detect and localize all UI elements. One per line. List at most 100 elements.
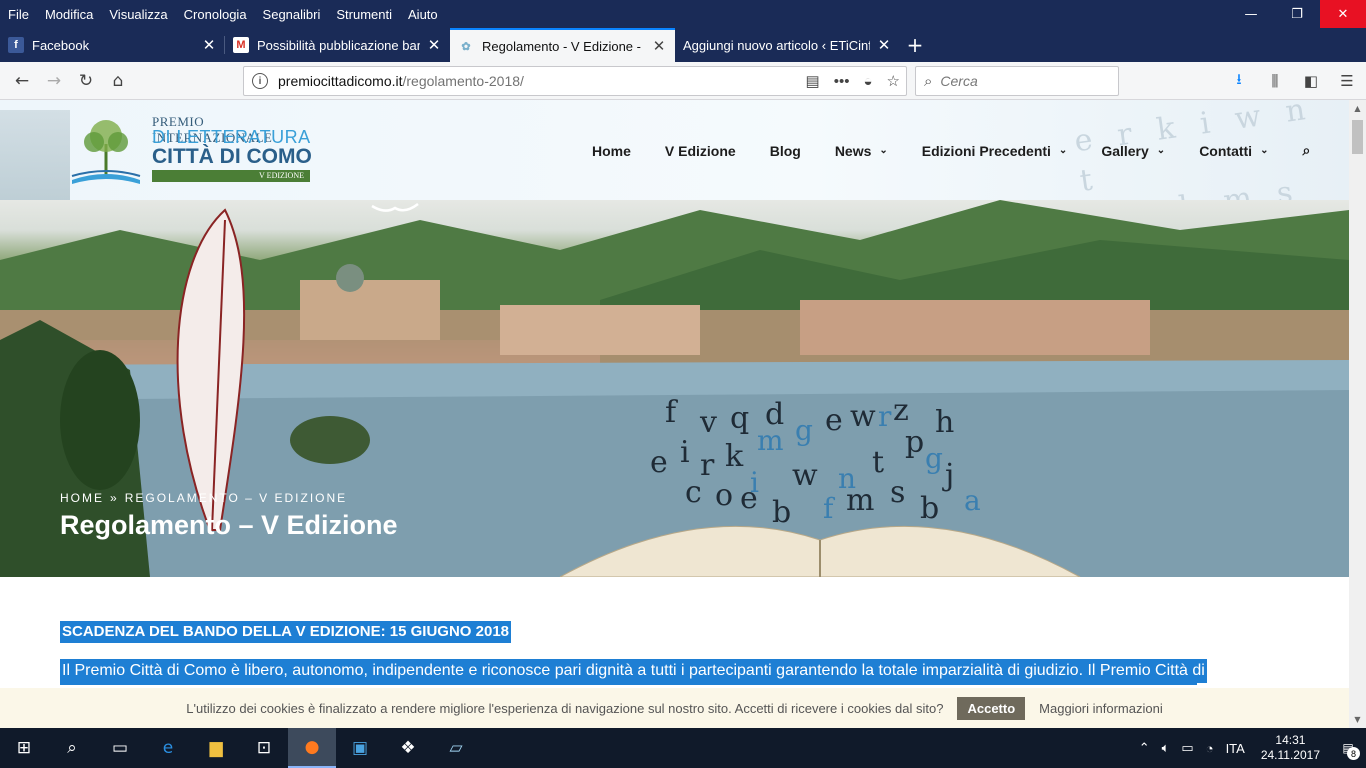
menu-visualizza[interactable]: Visualizza: [101, 7, 175, 22]
nav-contatti[interactable]: Contatti ⌄: [1199, 142, 1268, 159]
scroll-down-icon[interactable]: ▼: [1349, 711, 1366, 728]
menu-segnalibri[interactable]: Segnalibri: [255, 7, 329, 22]
restore-button[interactable]: ❐: [1274, 0, 1320, 28]
notifications-icon[interactable]: ▤8: [1330, 728, 1366, 768]
nav-v-edizione[interactable]: V Edizione: [665, 142, 736, 159]
page-actions-icon[interactable]: •••: [834, 73, 850, 90]
logo-city-image: [0, 110, 70, 200]
intro-paragraph: Il Premio Città di Como è libero, autono…: [60, 659, 1207, 683]
breadcrumb-current: REGOLAMENTO – V EDIZIONE: [124, 491, 348, 505]
svg-text:v: v: [699, 405, 717, 440]
scrollbar-thumb[interactable]: [1352, 120, 1363, 154]
nav-home[interactable]: Home: [592, 142, 631, 159]
close-tab-icon[interactable]: ✕: [651, 37, 667, 55]
tab-gmail[interactable]: M Possibilità pubblicazione bando ✕: [225, 28, 450, 62]
app-icon[interactable]: ▣: [336, 728, 384, 768]
menu-strumenti[interactable]: Strumenti: [328, 7, 400, 22]
facebook-icon: f: [8, 37, 24, 53]
gmail-icon: M: [233, 37, 249, 53]
url-path: /regolamento-2018/: [402, 73, 524, 89]
url-bar[interactable]: i premiocittadicomo.it/regolamento-2018/…: [243, 66, 907, 96]
store-icon[interactable]: ⊡: [240, 728, 288, 768]
language-indicator[interactable]: ITA: [1220, 741, 1251, 756]
search-icon: ⌕: [924, 72, 933, 90]
library-icon[interactable]: ⫼: [1260, 66, 1290, 96]
breadcrumb-home[interactable]: HOME: [60, 491, 104, 505]
firefox-icon[interactable]: ●: [288, 728, 336, 768]
logo-edition-band: V EDIZIONE: [152, 170, 310, 182]
forward-icon[interactable]: →: [38, 66, 70, 96]
close-tab-icon[interactable]: ✕: [426, 36, 442, 54]
minimize-button[interactable]: —: [1228, 0, 1274, 28]
nav-blog[interactable]: Blog: [770, 142, 801, 159]
battery-icon[interactable]: ▭: [1175, 740, 1199, 756]
system-tray: ⌃ 🔈︎ ▭ ◔ ITA 14:31 24.11.2017 ▤8: [1133, 728, 1366, 768]
chevron-up-icon[interactable]: ⌃: [1133, 740, 1156, 756]
search-icon[interactable]: ⌕: [48, 728, 96, 768]
svg-text:a: a: [964, 484, 981, 517]
chevron-down-icon: ⌄: [879, 145, 888, 156]
svg-text:e: e: [650, 445, 668, 480]
menu-file[interactable]: File: [0, 7, 37, 22]
svg-text:z: z: [893, 393, 909, 428]
nav-label: Blog: [769, 142, 801, 159]
edge-icon[interactable]: e: [144, 728, 192, 768]
close-tab-icon[interactable]: ✕: [201, 36, 217, 54]
home-icon[interactable]: ⌂: [102, 66, 134, 96]
svg-text:e: e: [825, 403, 843, 438]
page-scrollbar[interactable]: ▲ ▼: [1349, 100, 1366, 728]
site-logo[interactable]: PREMIO INTERNAZIONALE DI LETTERATURA CIT…: [0, 110, 316, 200]
menu-aiuto[interactable]: Aiuto: [400, 7, 446, 22]
nav-label: News: [834, 142, 872, 159]
svg-text:g: g: [925, 442, 943, 475]
wifi-icon[interactable]: ◔: [1200, 741, 1220, 756]
close-tab-icon[interactable]: ✕: [876, 36, 892, 54]
svg-text:i: i: [750, 466, 759, 499]
tab-regolamento[interactable]: ✿ Regolamento - V Edizione - Pre ✕: [450, 28, 675, 62]
reader-view-icon[interactable]: ▤: [806, 72, 820, 90]
nav-news[interactable]: News ⌄: [835, 142, 888, 159]
main-content: SCADENZA DEL BANDO DELLA V EDIZIONE: 15 …: [60, 621, 1260, 685]
dropbox-icon[interactable]: ❖: [384, 728, 432, 768]
hero-banner: fvqd ewzh eirk wtpj coeb msb mgr ing fa …: [0, 200, 1349, 577]
reload-icon[interactable]: ↻: [70, 66, 102, 96]
bookmark-star-icon[interactable]: ☆: [887, 72, 900, 90]
task-view-icon[interactable]: ▭: [96, 728, 144, 768]
search-input[interactable]: ⌕ Cerca: [915, 66, 1119, 96]
nav-gallery[interactable]: Gallery ⌄: [1101, 142, 1165, 159]
menu-hamburger-icon[interactable]: ☰: [1332, 66, 1362, 96]
new-tab-button[interactable]: +: [900, 28, 930, 62]
svg-text:o: o: [715, 478, 733, 513]
nav-label: Edizioni Precedenti: [921, 142, 1051, 159]
menu-cronologia[interactable]: Cronologia: [176, 7, 255, 22]
sidebar-icon[interactable]: ◧: [1296, 66, 1326, 96]
windows-start-icon[interactable]: ⊞: [0, 728, 48, 768]
accept-cookies-button[interactable]: Accetto: [957, 696, 1026, 720]
nav-edizioni-precedenti[interactable]: Edizioni Precedenti ⌄: [922, 142, 1068, 159]
tab-title: Facebook: [32, 37, 90, 53]
tab-aggiungi-articolo[interactable]: Aggiungi nuovo articolo ‹ ETiCinfo ✕: [675, 28, 900, 62]
svg-text:m: m: [757, 424, 784, 457]
site-search-icon[interactable]: ⌕: [1302, 142, 1310, 159]
close-window-button[interactable]: ✕: [1320, 0, 1366, 28]
file-explorer-icon[interactable]: ▆: [192, 728, 240, 768]
menu-modifica[interactable]: Modifica: [37, 7, 101, 22]
svg-text:r: r: [878, 400, 892, 433]
back-icon[interactable]: ←: [6, 66, 38, 96]
notes-icon[interactable]: ▱: [432, 728, 480, 768]
tab-facebook[interactable]: f Facebook ✕: [0, 28, 225, 62]
url-host: premiocittadicomo.it: [278, 73, 403, 89]
page-viewport: e r k i w n tw e b m s PREMIO INTERNAZIO…: [0, 100, 1366, 728]
volume-icon[interactable]: 🔈︎: [1156, 740, 1176, 756]
tab-strip: f Facebook ✕ M Possibilità pubblicazione…: [0, 28, 1366, 62]
tab-title: Aggiungi nuovo articolo ‹ ETiCinfo: [683, 37, 870, 53]
site-header: e r k i w n tw e b m s PREMIO INTERNAZIO…: [0, 100, 1349, 200]
svg-text:c: c: [685, 475, 702, 510]
download-icon[interactable]: ⭳: [1224, 66, 1254, 96]
pocket-icon[interactable]: ◒: [863, 73, 872, 90]
more-info-link[interactable]: Maggiori informazioni: [1039, 701, 1163, 716]
search-placeholder: Cerca: [940, 73, 978, 89]
info-icon[interactable]: i: [252, 73, 268, 89]
scroll-up-icon[interactable]: ▲: [1349, 100, 1366, 117]
clock[interactable]: 14:31 24.11.2017: [1251, 733, 1330, 763]
